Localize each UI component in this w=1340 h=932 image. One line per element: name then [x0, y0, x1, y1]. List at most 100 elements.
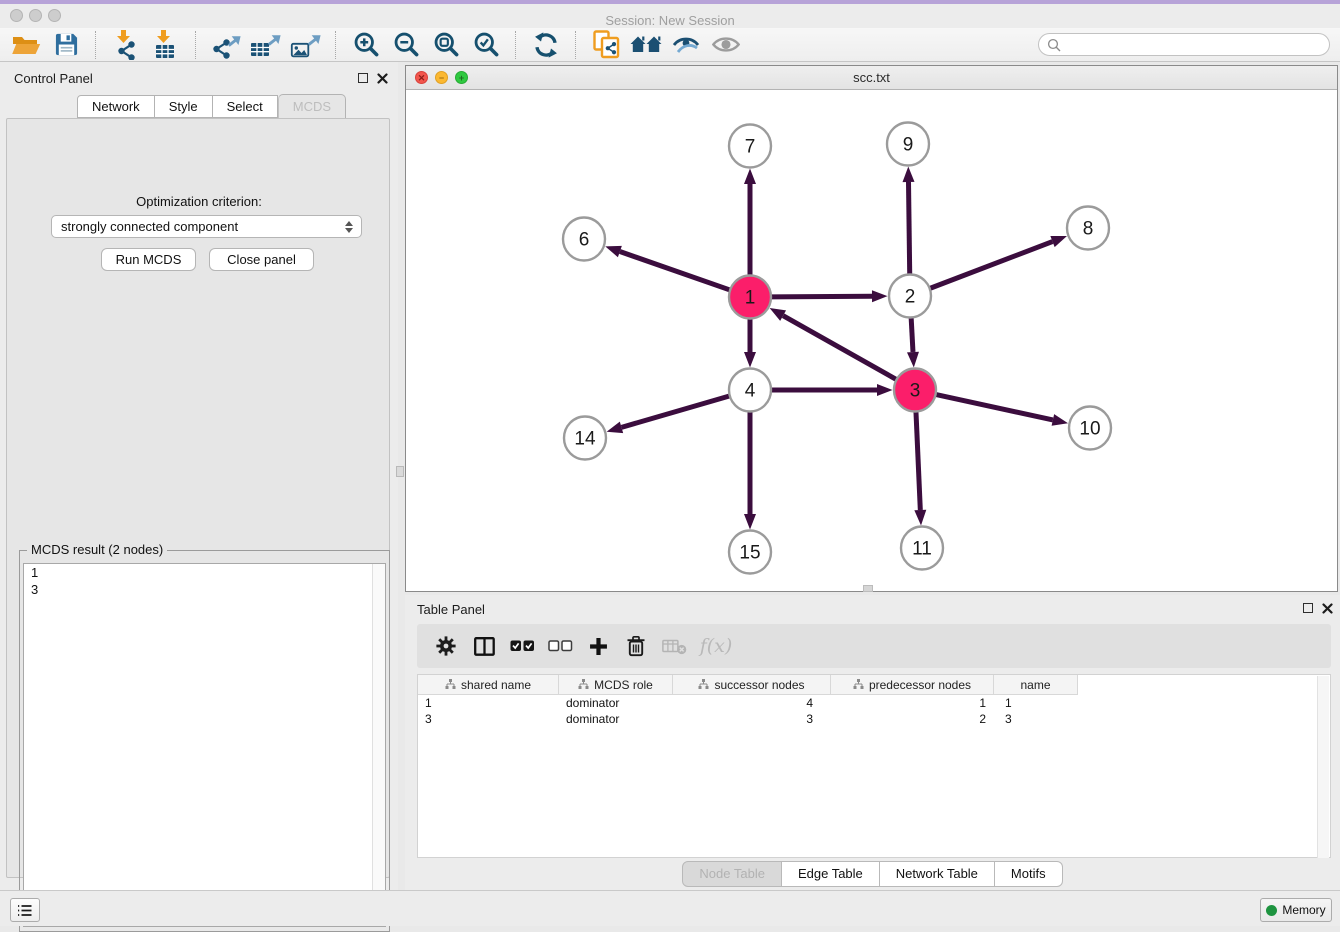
mcds-result-line: 1 — [24, 564, 385, 581]
tab-motifs[interactable]: Motifs — [995, 861, 1063, 887]
svg-text:14: 14 — [574, 429, 596, 450]
show-eye-icon[interactable] — [706, 30, 746, 60]
graph-edge-2-3[interactable] — [911, 317, 913, 352]
tab-node-table[interactable]: Node Table — [682, 861, 782, 887]
graph-edge-3-11[interactable] — [916, 411, 920, 510]
settings-gear-icon[interactable] — [427, 629, 465, 663]
svg-text:15: 15 — [739, 543, 760, 564]
graph-node-6[interactable]: 6 — [563, 218, 605, 261]
svg-text:6: 6 — [579, 230, 590, 251]
column-header-successor-nodes[interactable]: successor nodes — [673, 675, 831, 695]
table-panel-close-icon[interactable] — [1322, 603, 1333, 614]
graph-edge-1-2[interactable] — [771, 296, 872, 297]
table-cell[interactable]: 1 — [831, 695, 994, 711]
table-row[interactable]: 3dominator323 — [418, 711, 1330, 727]
table-cell[interactable]: 3 — [673, 711, 831, 727]
zoom-out-icon[interactable] — [386, 30, 426, 60]
table-cell[interactable]: 4 — [673, 695, 831, 711]
graph-node-1[interactable]: 1 — [729, 276, 771, 319]
control-panel-float-icon[interactable] — [358, 73, 368, 83]
save-session-icon[interactable] — [46, 30, 86, 60]
svg-text:7: 7 — [745, 137, 756, 158]
import-table-icon[interactable] — [146, 30, 186, 60]
control-panel-tabs: NetworkStyleSelectMCDS — [77, 95, 346, 118]
table-row[interactable]: 1dominator411 — [418, 695, 1330, 711]
task-history-button[interactable] — [10, 898, 40, 922]
unselect-all-checks-icon[interactable] — [541, 629, 579, 663]
vertical-splitter-grip[interactable] — [396, 466, 404, 477]
table-panel-float-icon[interactable] — [1303, 603, 1313, 613]
delete-column-icon[interactable] — [617, 629, 655, 663]
graph-node-9[interactable]: 9 — [887, 123, 929, 166]
run-mcds-button[interactable]: Run MCDS — [101, 248, 196, 271]
column-header-MCDS-role[interactable]: MCDS role — [559, 675, 673, 695]
graph-edge-2-8[interactable] — [930, 242, 1053, 289]
tab-network[interactable]: Network — [77, 95, 155, 118]
open-session-icon[interactable] — [6, 30, 46, 60]
hide-eye-icon[interactable] — [666, 30, 706, 60]
import-network-icon[interactable] — [106, 30, 146, 60]
add-column-icon[interactable] — [579, 629, 617, 663]
graph-edge-3-10[interactable] — [936, 394, 1053, 419]
zoom-in-icon[interactable] — [346, 30, 386, 60]
export-table-icon[interactable] — [246, 30, 286, 60]
optimization-criterion-label: Optimization criterion: — [7, 194, 391, 209]
mcds-result-title: MCDS result (2 nodes) — [27, 542, 167, 557]
mcds-result-line: 3 — [24, 581, 385, 598]
graph-node-10[interactable]: 10 — [1069, 407, 1111, 450]
table-header-row: shared name MCDS role successor nodesprede… — [418, 675, 1330, 695]
column-browser-icon[interactable] — [465, 629, 503, 663]
optimization-criterion-select[interactable]: strongly connected component — [51, 215, 362, 238]
table-cell[interactable]: 1 — [418, 695, 559, 711]
graph-node-15[interactable]: 15 — [729, 531, 771, 574]
table-cell[interactable]: 3 — [418, 711, 559, 727]
zoom-selected-icon[interactable] — [466, 30, 506, 60]
graph-node-3[interactable]: 3 — [894, 369, 936, 412]
export-network-icon[interactable] — [206, 30, 246, 60]
export-image-icon[interactable] — [286, 30, 326, 60]
graph-edge-4-14[interactable] — [621, 396, 729, 428]
window-title: Session: New Session — [0, 13, 1340, 28]
graph-edge-2-9[interactable] — [909, 182, 910, 275]
horizontal-splitter-grip[interactable] — [863, 585, 873, 592]
memory-status-dot-icon — [1266, 905, 1277, 916]
graph-node-14[interactable]: 14 — [564, 417, 606, 460]
graph-node-8[interactable]: 8 — [1067, 207, 1109, 250]
table-cell[interactable]: 2 — [831, 711, 994, 727]
column-header-name[interactable]: name — [994, 675, 1078, 695]
graph-node-7[interactable]: 7 — [729, 125, 771, 168]
network-window-titlebar[interactable]: ✕ − + scc.txt — [406, 66, 1337, 90]
search-input[interactable] — [1066, 37, 1321, 53]
graph-edge-1-6[interactable] — [620, 252, 730, 291]
control-panel-close-icon[interactable] — [377, 73, 388, 84]
table-cell[interactable]: 3 — [994, 711, 1078, 727]
select-all-checks-icon[interactable] — [503, 629, 541, 663]
close-panel-button[interactable]: Close panel — [209, 248, 314, 271]
column-header-label: shared name — [461, 678, 531, 692]
tab-style[interactable]: Style — [155, 95, 213, 118]
function-builder-icon: f(x) — [693, 629, 739, 663]
mcds-result-scrollbar[interactable] — [372, 564, 385, 926]
table-cell[interactable]: dominator — [559, 695, 673, 711]
table-cell[interactable]: dominator — [559, 711, 673, 727]
column-header-shared-name[interactable]: shared name — [418, 675, 559, 695]
tab-edge-table[interactable]: Edge Table — [782, 861, 880, 887]
houses-icon[interactable] — [626, 30, 666, 60]
table-cell[interactable]: 1 — [994, 695, 1078, 711]
column-header-predecessor-nodes[interactable]: predecessor nodes — [831, 675, 994, 695]
tab-network-table[interactable]: Network Table — [880, 861, 995, 887]
graph-edge-3-1[interactable] — [783, 316, 897, 380]
tab-mcds[interactable]: MCDS — [278, 94, 346, 118]
zoom-fit-icon[interactable] — [426, 30, 466, 60]
tab-select[interactable]: Select — [213, 95, 278, 118]
network-graph[interactable]: 7 9 6 8 1 2 4 3 14 10 15 11 — [406, 90, 1337, 591]
graph-node-11[interactable]: 11 — [901, 527, 943, 570]
mcds-result-list[interactable]: 13 — [23, 563, 386, 927]
graph-node-4[interactable]: 4 — [729, 369, 771, 412]
copy-network-icon[interactable] — [586, 30, 626, 60]
table-scrollbar[interactable] — [1317, 676, 1329, 858]
refresh-layout-icon[interactable] — [526, 30, 566, 60]
memory-button[interactable]: Memory — [1260, 898, 1332, 922]
column-header-label: MCDS role — [594, 678, 653, 692]
graph-node-2[interactable]: 2 — [889, 275, 931, 318]
